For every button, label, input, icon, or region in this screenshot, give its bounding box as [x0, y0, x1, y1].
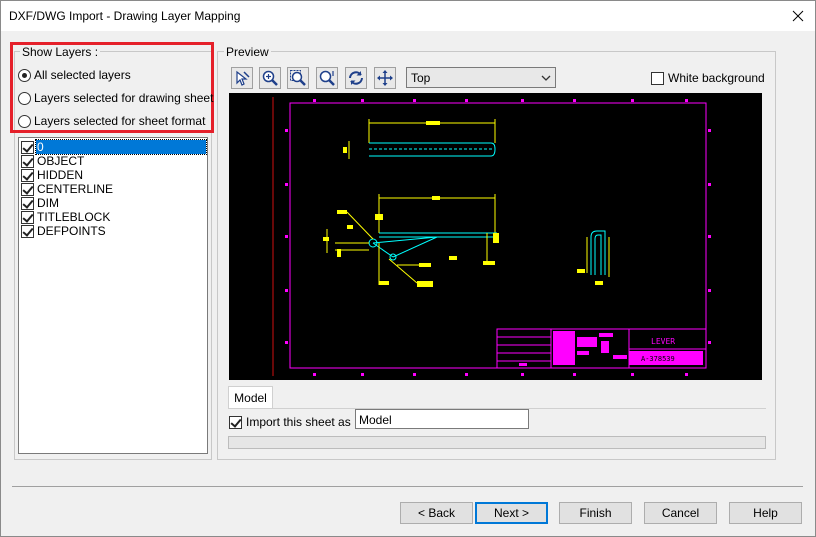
layer-item-hidden[interactable]: HIDDEN — [21, 168, 84, 182]
show-layers-label: Show Layers : — [20, 45, 101, 59]
white-background-toggle[interactable]: White background — [651, 71, 765, 85]
close-button[interactable] — [786, 4, 810, 28]
import-sheet-name-input[interactable]: Model — [355, 409, 529, 429]
zoom-area-button[interactable] — [287, 67, 309, 89]
layer-list[interactable]: 0 OBJECT HIDDEN CENTERLINE DIM TITLEBLOC… — [18, 137, 208, 454]
radio-all-selected-layers[interactable]: All selected layers — [18, 67, 131, 83]
preview-label: Preview — [224, 45, 271, 59]
preview-canvas[interactable]: LEVER A-378539 — [229, 93, 762, 380]
side-part-view — [577, 230, 610, 285]
back-button[interactable]: < Back — [400, 502, 473, 524]
layer-checkbox[interactable] — [21, 168, 34, 182]
import-sheet-label: Import this sheet as : — [246, 415, 358, 429]
layer-item-0[interactable]: 0 — [21, 139, 207, 155]
radio-button[interactable] — [18, 68, 31, 82]
layer-label: DIM — [37, 196, 59, 210]
import-sheet-name-value: Model — [359, 413, 392, 427]
pan-button[interactable] — [374, 67, 396, 89]
layer-checkbox[interactable] — [21, 154, 34, 168]
select-tool-button[interactable] — [231, 67, 253, 89]
radio-layers-sheet-format[interactable]: Layers selected for sheet format — [18, 113, 205, 129]
window-title: DXF/DWG Import - Drawing Layer Mapping — [9, 9, 241, 23]
radio-label: All selected layers — [34, 68, 131, 82]
layer-label: OBJECT — [37, 154, 85, 168]
view-select-value: Top — [411, 71, 431, 85]
import-sheet-checkbox[interactable] — [229, 415, 242, 429]
drawing-preview: LEVER A-378539 — [272, 97, 711, 376]
zoom-area-icon — [290, 70, 306, 86]
zoom-fit-button[interactable] — [316, 67, 338, 89]
zoom-fit-icon — [319, 70, 335, 86]
radio-button[interactable] — [18, 91, 31, 105]
layer-checkbox[interactable] — [21, 140, 34, 154]
rotate-button[interactable] — [345, 67, 367, 89]
title-block-name: LEVER — [651, 337, 675, 346]
cancel-button[interactable]: Cancel — [644, 502, 717, 524]
layer-checkbox[interactable] — [21, 210, 34, 224]
close-icon — [792, 10, 804, 22]
layer-checkbox[interactable] — [21, 182, 34, 196]
middle-part-view — [323, 194, 499, 287]
progress-bar — [228, 436, 766, 449]
radio-label: Layers selected for drawing sheet — [34, 91, 214, 105]
zoom-in-button[interactable] — [259, 67, 281, 89]
radio-layers-drawing-sheet[interactable]: Layers selected for drawing sheet — [18, 90, 213, 106]
layer-item-object[interactable]: OBJECT — [21, 154, 85, 168]
layer-item-titleblock[interactable]: TITLEBLOCK — [21, 210, 111, 224]
chevron-down-icon — [541, 75, 551, 81]
layer-label: TITLEBLOCK — [37, 210, 111, 224]
title-block: LEVER A-378539 — [496, 328, 707, 369]
title-bar: DXF/DWG Import - Drawing Layer Mapping — [0, 0, 816, 32]
white-background-label: White background — [668, 71, 765, 85]
import-sheet-toggle[interactable]: Import this sheet as : — [229, 415, 357, 429]
layer-item-defpoints[interactable]: DEFPOINTS — [21, 224, 107, 238]
select-icon — [236, 70, 250, 86]
footer-separator — [12, 486, 803, 487]
tab-model[interactable]: Model — [228, 386, 273, 408]
layer-label: HIDDEN — [37, 168, 84, 182]
layer-checkbox[interactable] — [21, 224, 34, 238]
zoom-in-icon — [262, 70, 278, 86]
pan-icon — [377, 70, 393, 86]
layer-item-dim[interactable]: DIM — [21, 196, 60, 210]
title-block-number: A-378539 — [641, 355, 675, 363]
layer-label: DEFPOINTS — [37, 224, 106, 238]
layer-item-centerline[interactable]: CENTERLINE — [21, 182, 114, 196]
finish-button[interactable]: Finish — [559, 502, 632, 524]
tab-label: Model — [234, 390, 267, 405]
white-background-checkbox[interactable] — [651, 71, 664, 85]
top-part-view — [343, 119, 496, 159]
layer-label: CENTERLINE — [37, 182, 114, 196]
view-select[interactable]: Top — [406, 67, 556, 88]
layer-label: 0 — [35, 139, 207, 155]
layer-checkbox[interactable] — [21, 196, 34, 210]
radio-button[interactable] — [18, 114, 31, 128]
help-button[interactable]: Help — [729, 502, 802, 524]
next-button[interactable]: Next > — [475, 502, 548, 524]
rotate-icon — [349, 71, 363, 85]
radio-label: Layers selected for sheet format — [34, 114, 206, 128]
